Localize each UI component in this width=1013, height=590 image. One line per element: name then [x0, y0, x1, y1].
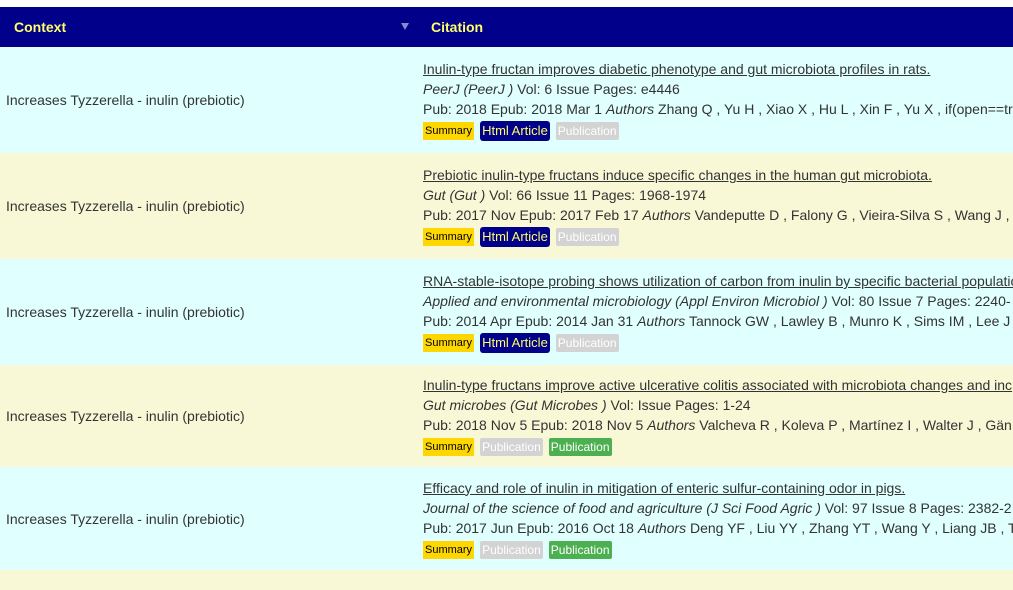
- publication-button-disabled: Publication: [480, 438, 543, 456]
- pub-date: Pub: 2017 Jun Epub: 2016 Oct 18: [423, 519, 638, 536]
- publication-button-disabled: Publication: [555, 228, 619, 246]
- summary-button[interactable]: Summary: [423, 122, 475, 140]
- authors-label: Authors: [647, 417, 696, 433]
- context-cell: Increases Tyzzerella - inulin (prebiotic…: [0, 467, 417, 570]
- top-strip: [0, 0, 1013, 7]
- journal-name: Gut microbes (Gut Microbes ): [423, 397, 607, 413]
- context-cell: Increases Tyzzerella - inulin (prebiotic…: [0, 47, 417, 153]
- authors-list: Tannock GW , Lawley B , Munro K , Sims I…: [685, 313, 1011, 329]
- journal-name: Journal of the science of food and agric…: [423, 499, 821, 516]
- context-header-label: Context: [14, 19, 67, 35]
- authors-label: Authors: [637, 313, 686, 329]
- html-article-button[interactable]: Html Article: [480, 227, 550, 247]
- context-column-header[interactable]: Context: [0, 7, 417, 47]
- table-header-row: Context Citation: [0, 7, 1013, 47]
- article-title-link[interactable]: Inulin-type fructan improves diabetic ph…: [423, 61, 930, 77]
- volume-info: Vol: 66 Issue 11 Pages: 1968-1974: [485, 187, 707, 203]
- citation-cell: Inulin-type fructan improves diabetic ph…: [417, 47, 1013, 153]
- citation-column-header[interactable]: Citation: [417, 7, 1013, 47]
- authors-list: Zhang Q , Yu H , Xiao X , Hu L , Xin F ,…: [654, 101, 1013, 117]
- volume-info: Vol: 6 Issue Pages: e4446: [513, 81, 680, 97]
- journal-name: Gut (Gut ): [423, 187, 486, 203]
- summary-button[interactable]: Summary: [423, 334, 475, 352]
- journal-name: PeerJ (PeerJ ): [423, 81, 514, 97]
- citations-table: Context Citation Increases Tyzzerella - …: [0, 7, 1013, 590]
- volume-info: Vol: Issue Pages: 1-24: [606, 397, 751, 413]
- table-row: Increases Tyzzerella - inulin (prebiotic…: [0, 153, 1013, 259]
- table-row: Increases Tyzzerella - inulin (prebiotic…: [0, 259, 1013, 365]
- article-title-link[interactable]: Prebiotic inulin-type fructans induce sp…: [423, 167, 932, 183]
- citation-cell: Inulin-type fructans improve active ulce…: [417, 365, 1013, 467]
- summary-button[interactable]: Summary: [423, 438, 475, 456]
- citation-cell: [417, 570, 1013, 590]
- article-title-link[interactable]: Efficacy and role of inulin in mitigatio…: [423, 480, 905, 496]
- pub-date: Pub: 2018 Epub: 2018 Mar 1: [423, 101, 606, 117]
- publication-button-disabled: Publication: [555, 334, 619, 352]
- authors-label: Authors: [605, 101, 655, 117]
- context-cell: Increases Tyzzerella - inulin (prebiotic…: [0, 365, 417, 467]
- table-row: [0, 570, 1013, 590]
- table-row: Increases Tyzzerella - inulin (prebiotic…: [0, 47, 1013, 153]
- article-title-link[interactable]: RNA-stable-isotope probing shows utiliza…: [423, 273, 1013, 289]
- publication-button[interactable]: Publication: [548, 438, 612, 456]
- pub-date: Pub: 2014 Apr Epub: 2014 Jan 31: [423, 313, 638, 329]
- summary-button[interactable]: Summary: [423, 228, 475, 246]
- authors-list: Vandeputte D , Falony G , Vieira-Silva S…: [690, 207, 1010, 223]
- volume-info: Vol: 80 Issue 7 Pages: 2240-: [827, 293, 1011, 309]
- context-cell: [0, 570, 417, 590]
- table-row: Increases Tyzzerella - inulin (prebiotic…: [0, 467, 1013, 570]
- authors-label: Authors: [642, 207, 691, 223]
- volume-info: Vol: 97 Issue 8 Pages: 2382-2: [820, 499, 1012, 516]
- citation-cell: Efficacy and role of inulin in mitigatio…: [417, 467, 1013, 570]
- context-cell: Increases Tyzzerella - inulin (prebiotic…: [0, 153, 417, 259]
- publication-button-disabled: Publication: [480, 540, 543, 559]
- context-cell: Increases Tyzzerella - inulin (prebiotic…: [0, 259, 417, 365]
- citation-cell: Prebiotic inulin-type fructans induce sp…: [417, 153, 1013, 259]
- authors-list: Deng YF , Liu YY , Zhang YT , Wang Y , L…: [686, 519, 1013, 536]
- citation-header-label: Citation: [431, 19, 484, 35]
- summary-button[interactable]: Summary: [423, 540, 475, 559]
- table-row: Increases Tyzzerella - inulin (prebiotic…: [0, 365, 1013, 467]
- html-article-button[interactable]: Html Article: [480, 333, 550, 353]
- pub-date: Pub: 2018 Nov 5 Epub: 2018 Nov 5: [423, 417, 648, 433]
- chevron-down-icon[interactable]: [401, 23, 409, 30]
- citation-cell: RNA-stable-isotope probing shows utiliza…: [417, 259, 1013, 365]
- pub-date: Pub: 2017 Nov Epub: 2017 Feb 17: [423, 207, 643, 223]
- article-title-link[interactable]: Inulin-type fructans improve active ulce…: [423, 377, 1012, 393]
- publication-button[interactable]: Publication: [548, 540, 612, 559]
- publication-button-disabled: Publication: [555, 122, 619, 140]
- authors-label: Authors: [637, 519, 687, 536]
- html-article-button[interactable]: Html Article: [480, 121, 550, 141]
- authors-list: Valcheva R , Koleva P , Martínez I , Wal…: [695, 417, 1012, 433]
- journal-name: Applied and environmental microbiology (…: [423, 293, 828, 309]
